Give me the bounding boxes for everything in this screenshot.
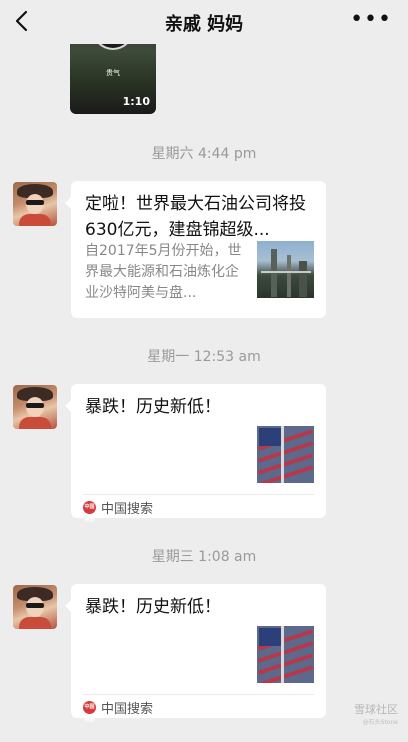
link-card-title: 定啦！世界最大石油公司将投630亿元，建盘锦超级... [85, 194, 306, 240]
link-card-message[interactable]: 暴跌！历史新低！ 中国搜索 中国搜索 [65, 384, 326, 523]
chat-header: 亲戚 妈妈 ••• [0, 0, 408, 44]
avatar[interactable] [13, 585, 57, 629]
card-divider [83, 494, 314, 495]
video-overlay-text: 贵气 [106, 69, 120, 77]
china-search-logo-icon: 中国搜索 [83, 501, 96, 523]
link-card-thumbnail [257, 626, 314, 683]
source-label: 中国搜索 [101, 702, 154, 717]
avatar[interactable] [13, 385, 57, 429]
timestamp: 星期三 1:08 am [151, 549, 257, 565]
link-card-thumbnail [257, 241, 314, 298]
link-card-message[interactable]: 暴跌！历史新低！ 中国搜索 中国搜索 [65, 584, 326, 723]
china-search-logo-icon: 中国搜索 [83, 701, 96, 723]
source-label: 中国搜索 [101, 502, 154, 517]
timestamp: 星期一 12:53 am [147, 349, 261, 365]
chat-title: 亲戚 妈妈 [164, 14, 244, 35]
watermark-main: 雪球社区 [354, 703, 398, 716]
avatar[interactable] [13, 182, 57, 226]
card-divider [83, 694, 314, 695]
link-card-title: 暴跌！历史新低！ [85, 397, 221, 417]
more-dots-icon[interactable]: ••• [350, 9, 392, 31]
video-duration: 1:10 [122, 95, 150, 108]
link-card-description: 自2017年5月份开始，世界最大能源和石油炼化企业沙特阿美与盘... [85, 243, 242, 301]
link-card-thumbnail [257, 426, 314, 483]
link-card-message[interactable]: 定啦！世界最大石油公司将投630亿元，建盘锦超级... 自2017年5月份开始，… [65, 181, 326, 318]
timestamp: 星期六 4:44 pm [151, 146, 257, 162]
link-card-source: 中国搜索 中国搜索 [83, 498, 154, 523]
watermark-sub: @石头Stone [362, 719, 398, 726]
watermark: 雪球社区 @石头Stone [354, 701, 398, 726]
link-card-source: 中国搜索 中国搜索 [83, 698, 154, 723]
link-card-title: 暴跌！历史新低！ [85, 597, 221, 617]
